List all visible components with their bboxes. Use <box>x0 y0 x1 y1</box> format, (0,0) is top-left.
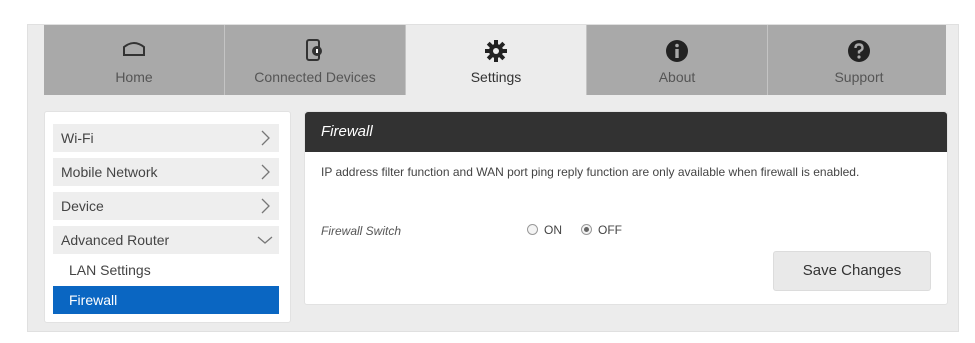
radio-checked-icon <box>581 224 592 235</box>
tab-home-label: Home <box>115 69 153 85</box>
tab-settings-label: Settings <box>470 69 522 85</box>
tab-about-label: About <box>658 69 696 85</box>
help-icon <box>768 39 950 63</box>
tab-about[interactable]: About <box>587 25 768 95</box>
sidebar-item-mobile-network[interactable]: Mobile Network <box>53 158 279 186</box>
tab-home[interactable]: Home <box>44 25 225 95</box>
firewall-notice: IP address filter function and WAN port … <box>321 165 860 179</box>
sidebar-item-advanced-router[interactable]: Advanced Router <box>53 226 279 254</box>
chevron-right-icon <box>261 164 270 180</box>
chevron-right-icon <box>261 198 270 214</box>
panel-title: Firewall <box>321 123 373 140</box>
save-changes-button[interactable]: Save Changes <box>773 251 931 291</box>
tab-connected-devices-label: Connected Devices <box>254 69 376 85</box>
chevron-down-icon <box>257 236 273 244</box>
sidebar: Wi-Fi Mobile Network Device Advanced Rou… <box>44 111 291 323</box>
tab-support[interactable]: Support <box>768 25 950 95</box>
sidebar-item-wifi[interactable]: Wi-Fi <box>53 124 279 152</box>
radio-off-label: OFF <box>598 223 622 237</box>
home-icon <box>44 39 224 63</box>
sidebar-item-label: Advanced Router <box>61 232 170 248</box>
firewall-off-radio[interactable]: OFF <box>581 223 622 237</box>
sidebar-item-label: Mobile Network <box>61 164 158 180</box>
sidebar-item-label: Device <box>61 198 104 214</box>
sidebar-subitem-label: Firewall <box>69 292 118 308</box>
radio-unchecked-icon <box>527 224 538 235</box>
top-nav: Home Connected Devices Settings About Su… <box>44 25 946 95</box>
radio-on-label: ON <box>544 223 562 237</box>
sidebar-subitem-label: LAN Settings <box>69 262 151 278</box>
gear-icon <box>406 39 586 63</box>
devices-icon <box>225 39 405 63</box>
sidebar-item-device[interactable]: Device <box>53 192 279 220</box>
firewall-on-radio[interactable]: ON <box>527 223 562 237</box>
tab-support-label: Support <box>834 69 884 85</box>
info-icon <box>587 39 767 63</box>
firewall-panel: Firewall IP address filter function and … <box>304 111 948 305</box>
firewall-switch-label: Firewall Switch <box>321 224 402 238</box>
sidebar-subitem-firewall[interactable]: Firewall <box>53 286 279 314</box>
tab-connected-devices[interactable]: Connected Devices <box>225 25 406 95</box>
panel-header: Firewall <box>305 112 947 152</box>
tab-settings[interactable]: Settings <box>406 25 587 95</box>
sidebar-item-label: Wi-Fi <box>61 130 94 146</box>
chevron-right-icon <box>261 130 270 146</box>
app-frame: Home Connected Devices Settings About Su… <box>27 24 959 332</box>
sidebar-subitem-lan-settings[interactable]: LAN Settings <box>53 256 279 284</box>
